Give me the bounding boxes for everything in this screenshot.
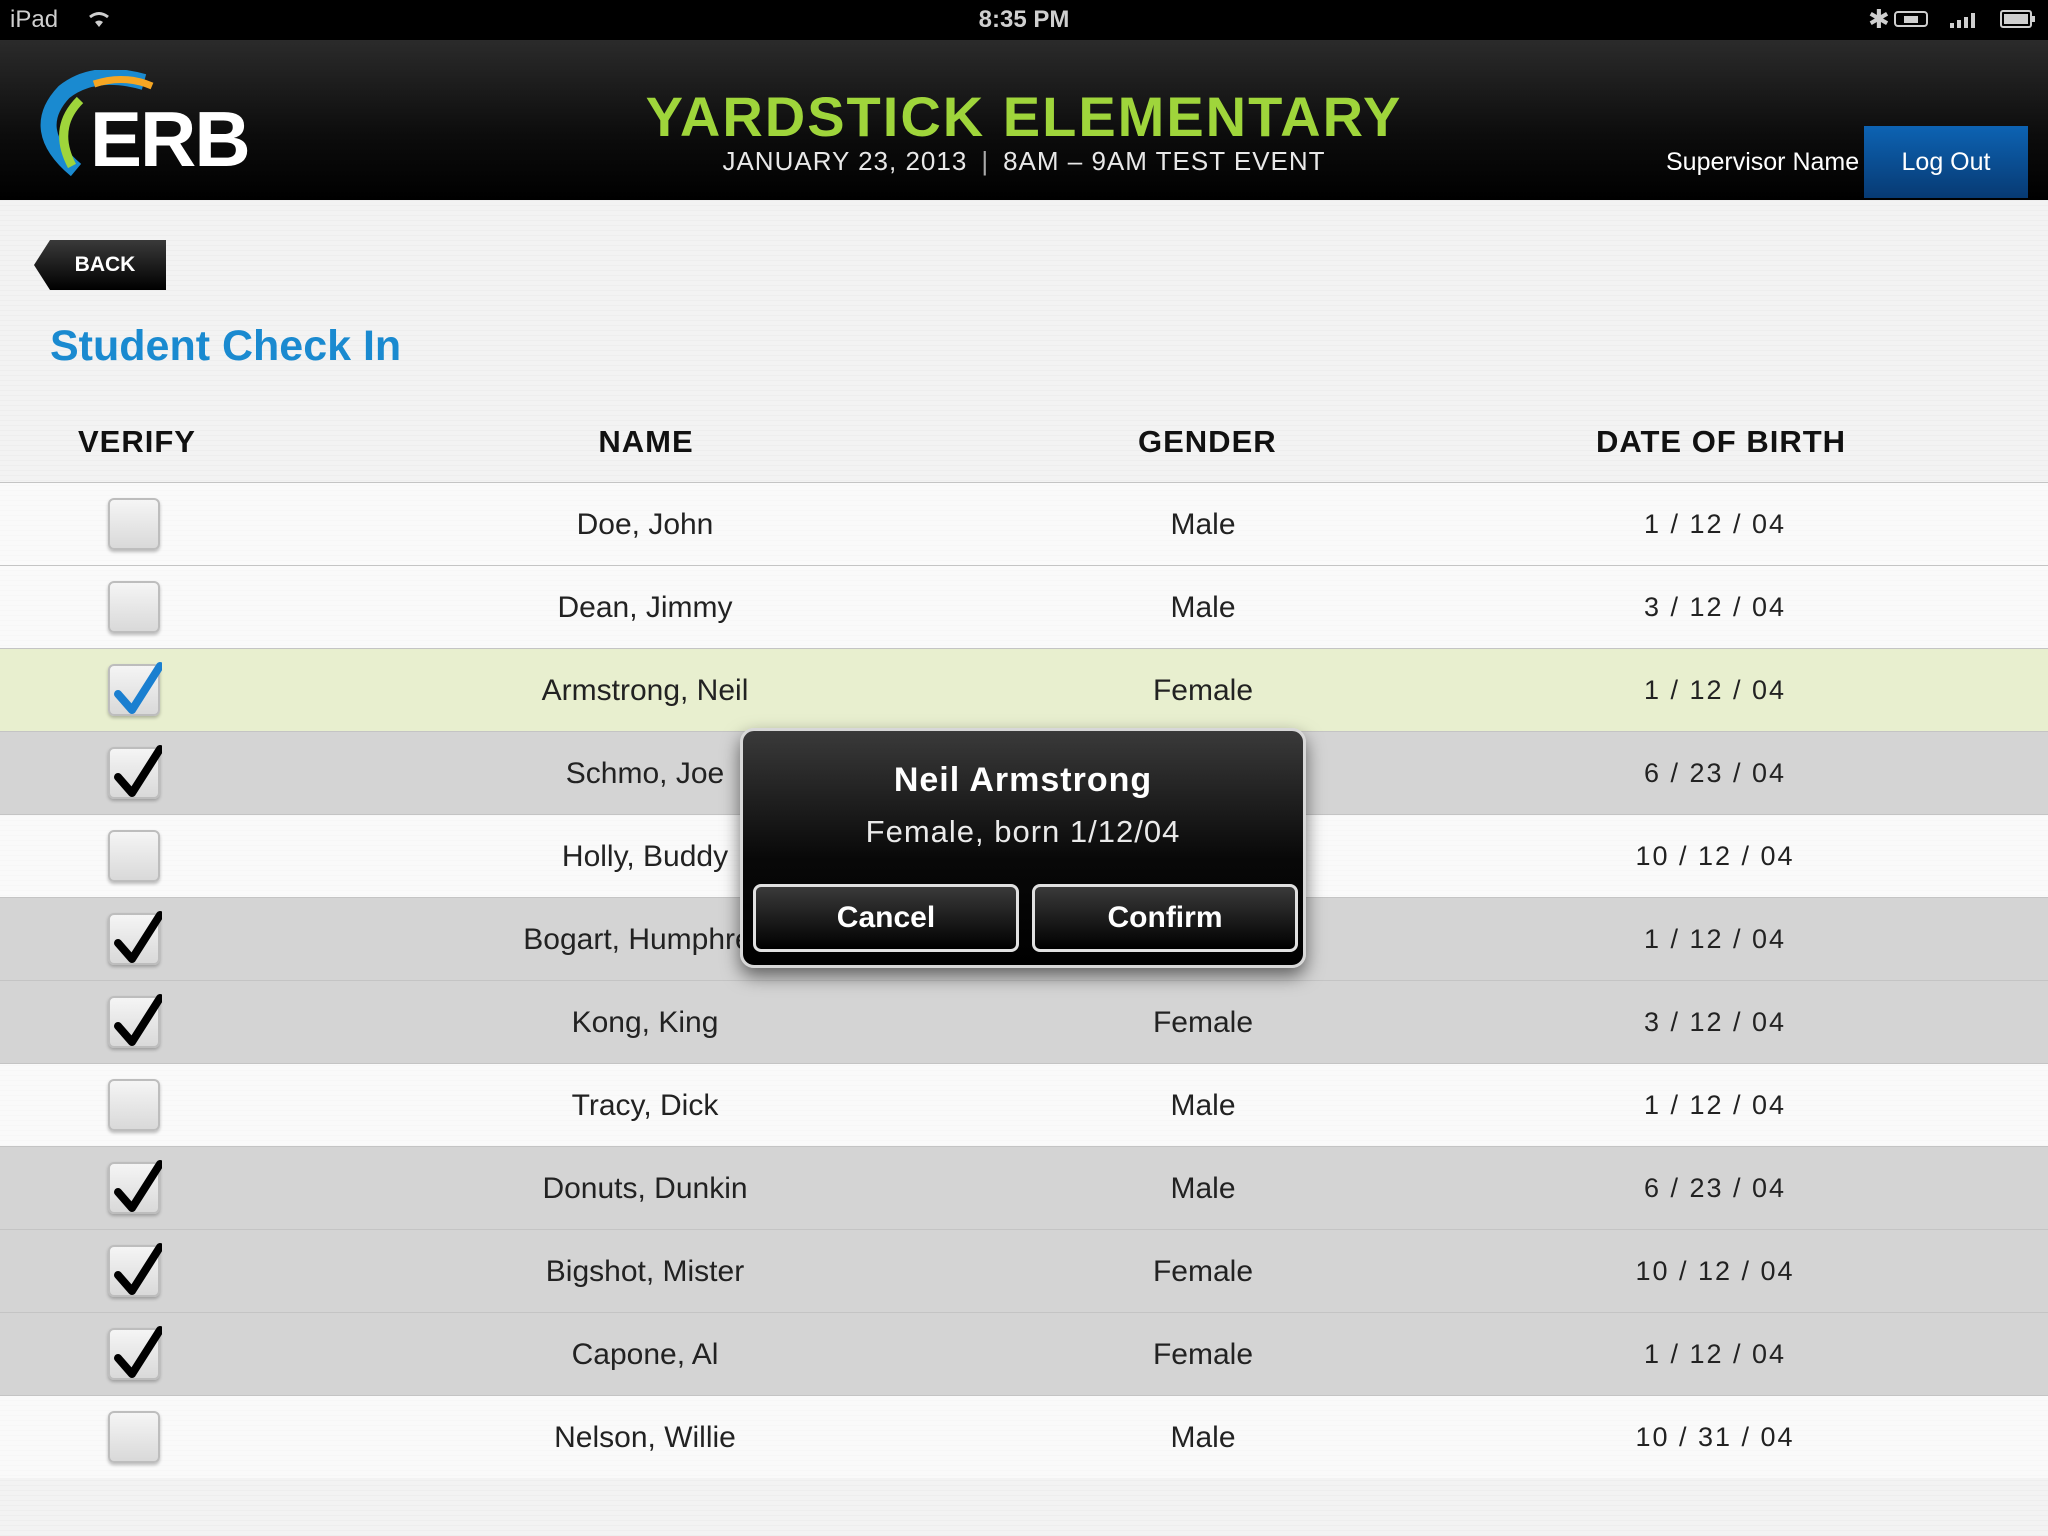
student-dob: 1 / 12 / 04 [1643, 509, 1787, 539]
confirm-button[interactable]: Confirm [1032, 884, 1298, 952]
table-row[interactable]: Doe, John Male 1 / 12 / 04 [0, 482, 2048, 565]
app-header: ERB YARDSTICK ELEMENTARY JANUARY 23, 201… [0, 40, 2048, 200]
student-dob: 1 / 12 / 04 [1643, 924, 1787, 954]
student-dob: 1 / 12 / 04 [1643, 1339, 1787, 1369]
student-dob: 3 / 12 / 04 [1643, 592, 1787, 622]
page-title: Student Check In [50, 322, 402, 370]
student-name: Capone, Al [571, 1337, 719, 1371]
student-name: Armstrong, Neil [541, 673, 749, 707]
student-dob: 3 / 12 / 04 [1643, 1007, 1787, 1037]
verify-checkbox[interactable] [108, 911, 162, 965]
event-date: JANUARY 23, 2013 [722, 146, 968, 176]
student-gender: Male [1170, 590, 1236, 624]
logout-button[interactable]: Log Out [1864, 126, 2028, 198]
school-title: YARDSTICK ELEMENTARY [645, 85, 1403, 148]
supervisor-name: Supervisor Name [1666, 148, 1860, 176]
table-row[interactable]: Dean, Jimmy Male 3 / 12 / 04 [0, 565, 2048, 648]
student-name: Doe, John [576, 507, 714, 541]
back-button[interactable]: BACK [34, 240, 166, 290]
cancel-button[interactable]: Cancel [753, 884, 1019, 952]
student-name: Dean, Jimmy [557, 590, 733, 624]
student-gender: Male [1170, 1088, 1236, 1122]
student-dob: 10 / 12 / 04 [1635, 841, 1795, 871]
student-gender: Female [1152, 1005, 1254, 1039]
student-name: Tracy, Dick [571, 1088, 719, 1122]
checkmark-icon [114, 1160, 162, 1212]
verify-checkbox[interactable] [108, 830, 160, 882]
student-dob: 10 / 31 / 04 [1635, 1422, 1795, 1452]
student-name: Nelson, Willie [554, 1420, 736, 1454]
verify-checkbox[interactable] [108, 662, 162, 716]
column-header-gender: GENDER [1138, 424, 1277, 459]
table-row[interactable]: Capone, Al Female 1 / 12 / 04 [0, 1312, 2048, 1395]
student-gender: Female [1152, 673, 1254, 707]
table-row[interactable]: Armstrong, Neil Female 1 / 12 / 04 [0, 648, 2048, 731]
status-bar: iPad 8:35 PM ✱ [0, 0, 2048, 40]
table-row[interactable]: Bigshot, Mister Female 10 / 12 / 04 [0, 1229, 2048, 1312]
verify-checkbox[interactable] [108, 1411, 160, 1463]
student-dob: 1 / 12 / 04 [1643, 675, 1787, 705]
student-dob: 6 / 23 / 04 [1643, 1173, 1787, 1203]
column-header-name: NAME [598, 424, 694, 459]
column-header-dob: DATE OF BIRTH [1596, 424, 1847, 459]
confirm-dialog: Neil Armstrong Female, born 1/12/04 Canc… [740, 728, 1306, 968]
student-name: Bigshot, Mister [545, 1254, 745, 1288]
table-header: VERIFY NAME GENDER DATE OF BIRTH [0, 418, 2048, 482]
verify-checkbox[interactable] [108, 1326, 162, 1380]
checkmark-icon [114, 662, 162, 714]
student-gender: Male [1170, 1171, 1236, 1205]
dialog-student-details: Female, born 1/12/04 [865, 814, 1181, 849]
student-dob: 1 / 12 / 04 [1643, 1090, 1787, 1120]
verify-checkbox[interactable] [108, 1160, 162, 1214]
student-name: Kong, King [571, 1005, 719, 1039]
verify-checkbox[interactable] [108, 498, 160, 550]
checkmark-icon [114, 1326, 162, 1378]
clock: 8:35 PM [978, 6, 1070, 33]
verify-checkbox[interactable] [108, 745, 162, 799]
student-gender: Female [1152, 1337, 1254, 1371]
verify-checkbox[interactable] [108, 581, 160, 633]
verify-checkbox[interactable] [108, 1079, 160, 1131]
table-row[interactable]: Nelson, Willie Male 10 / 31 / 04 [0, 1395, 2048, 1478]
student-gender: Male [1170, 1420, 1236, 1454]
student-name: Donuts, Dunkin [542, 1171, 748, 1205]
bluetooth-icon: ✱ [1868, 4, 1890, 34]
verify-checkbox[interactable] [108, 994, 162, 1048]
checkmark-icon [114, 911, 162, 963]
student-table: Doe, John Male 1 / 12 / 04 Dean, Jimmy Male 3… [0, 482, 2048, 1478]
event-separator: | [981, 146, 990, 176]
event-name: 8AM – 9AM TEST EVENT [1003, 146, 1326, 176]
student-gender: Female [1152, 1254, 1254, 1288]
student-dob: 10 / 12 / 04 [1635, 1256, 1795, 1286]
rotation-lock-icon [1894, 11, 1928, 27]
table-row[interactable]: Donuts, Dunkin Male 6 / 23 / 04 [0, 1146, 2048, 1229]
signal-icon [1950, 13, 1975, 28]
checkmark-icon [114, 745, 162, 797]
student-gender: Male [1170, 507, 1236, 541]
checkmark-icon [114, 994, 162, 1046]
checkmark-icon [114, 1243, 162, 1295]
student-dob: 6 / 23 / 04 [1643, 758, 1787, 788]
verify-checkbox[interactable] [108, 1243, 162, 1297]
table-row[interactable]: Kong, King Female 3 / 12 / 04 [0, 980, 2048, 1063]
dialog-student-name: Neil Armstrong [893, 761, 1153, 799]
battery-icon [2000, 10, 2035, 28]
table-row[interactable]: Tracy, Dick Male 1 / 12 / 04 [0, 1063, 2048, 1146]
